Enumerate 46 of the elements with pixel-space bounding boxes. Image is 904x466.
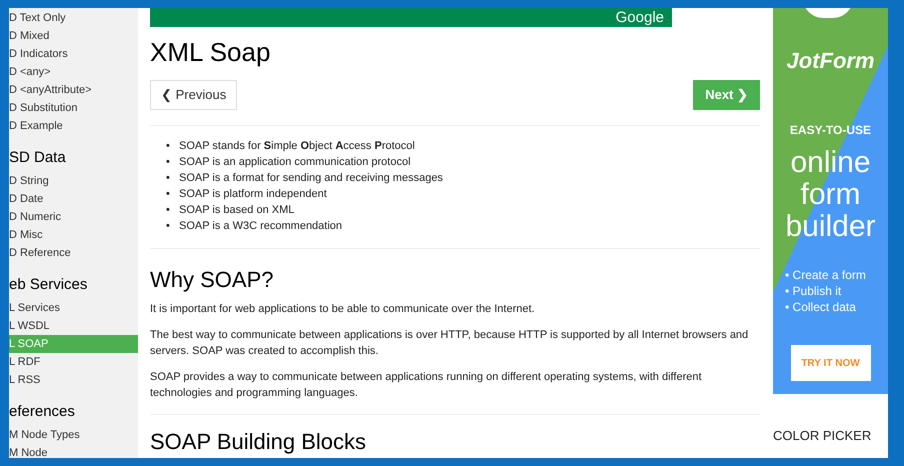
sidebar-item[interactable]: D String: [9, 172, 138, 190]
bullet-marker: •: [166, 139, 171, 154]
page-title: XML Soap: [150, 37, 272, 67]
bullet-marker: •: [166, 203, 171, 218]
list-item: SOAP is a format for sending and receiving messages: [179, 171, 443, 186]
sidebar-item[interactable]: M Node: [9, 444, 138, 458]
ad-feature: • Publish it: [785, 283, 842, 299]
paragraph: The best way to communicate between applications is over HTTP, because HTTP is supported by all Internet browsers and servers. SOAP was created to accomplish this.: [150, 328, 750, 359]
sidebar-heading: eb Services: [9, 276, 88, 294]
previous-button[interactable]: ❮ Previous: [150, 80, 238, 110]
color-picker-title: COLOR PICKER: [773, 427, 872, 445]
list-item: SOAP is a W3C recommendation: [179, 219, 342, 234]
list-item: SOAP is platform independent: [179, 187, 327, 202]
sidebar-item[interactable]: L RDF: [9, 353, 138, 371]
list-item: SOAP is based on XML: [179, 203, 294, 218]
list-item: SOAP stands for Simple Object Access Protocol: [179, 139, 415, 154]
sidebar-item[interactable]: D Text Only: [9, 9, 138, 27]
bullet-marker: •: [166, 219, 171, 234]
sidebar-item[interactable]: M Node Types: [9, 426, 138, 444]
sidebar-item[interactable]: D Reference: [9, 244, 138, 262]
sidebar-item[interactable]: D Numeric: [9, 208, 138, 226]
sidebar-heading: SD Data: [9, 149, 67, 167]
bullet-marker: •: [166, 171, 171, 186]
paragraph: SOAP provides a way to communicate between applications running on different operating systems, with different technologies and programming languages.: [150, 370, 703, 401]
ad-brand: JotForm: [786, 47, 874, 75]
bullet-marker: •: [166, 187, 171, 202]
sidebar-heading: eferences: [9, 403, 76, 421]
sidebar-item[interactable]: D Mixed: [9, 27, 138, 45]
banner-brand: Google: [616, 8, 664, 26]
list-item: SOAP is an application communication protocol: [179, 155, 411, 170]
sidebar-item[interactable]: L RSS: [9, 371, 138, 389]
sidebar-item[interactable]: D Indicators: [9, 45, 138, 63]
sidebar-item[interactable]: D Date: [9, 190, 138, 208]
sidebar-item[interactable]: D <anyAttribute>: [9, 81, 138, 99]
sidebar-item[interactable]: L Services: [9, 299, 138, 317]
ad-feature: • Create a form: [785, 267, 866, 283]
sidebar-item[interactable]: L WSDL: [9, 317, 138, 335]
sidebar-item[interactable]: D Substitution: [9, 99, 138, 117]
paragraph: It is important for web applications to be able to communicate over the Internet.: [150, 302, 536, 317]
sidebar-item[interactable]: D Misc: [9, 226, 138, 244]
sidebar-item[interactable]: D Example: [9, 117, 138, 135]
section-heading: SOAP Building Blocks: [150, 429, 368, 455]
ad-feature: • Collect data: [785, 299, 857, 315]
bullet-marker: •: [166, 155, 171, 170]
sidebar-item[interactable]: D <any>: [9, 63, 138, 81]
section-heading: Why SOAP?: [150, 267, 274, 293]
